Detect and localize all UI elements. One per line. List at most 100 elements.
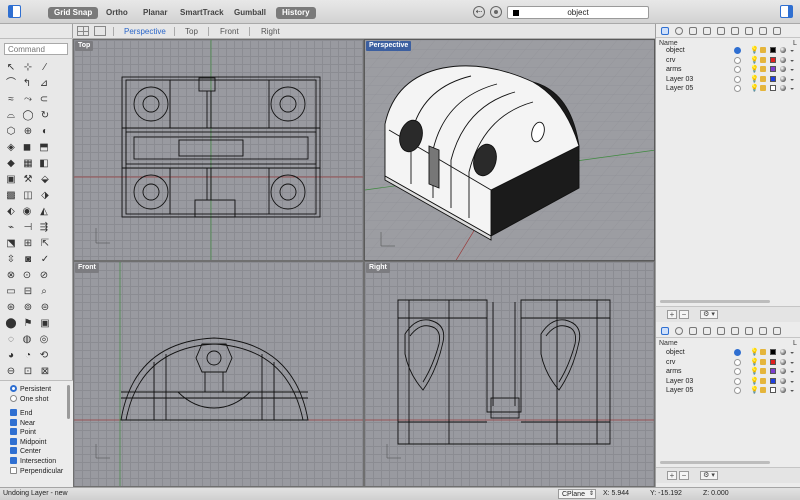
camera-tab-icon[interactable] — [731, 27, 739, 35]
tool-0-icon[interactable]: ↖ — [3, 60, 19, 76]
tool-29-icon[interactable]: ◭ — [36, 204, 52, 220]
visibility-bulb-icon[interactable]: 💡 — [750, 46, 759, 56]
tool-55-icon[interactable]: ◔ — [20, 348, 36, 364]
tool-3-icon[interactable]: ⌒ — [3, 76, 19, 92]
layer-color-swatch[interactable] — [770, 377, 776, 384]
layer-color-swatch[interactable] — [770, 47, 776, 53]
layers-tab-icon[interactable] — [661, 27, 669, 35]
four-view-layout-icon[interactable] — [77, 26, 89, 36]
viewport-label-top[interactable]: Top — [75, 41, 94, 51]
current-layer-radio[interactable] — [734, 349, 741, 356]
osnap-center-checkbox[interactable]: Center — [10, 447, 41, 457]
add-layer-button[interactable]: + — [667, 310, 677, 319]
current-layer-radio[interactable] — [734, 85, 741, 92]
current-layer-radio[interactable] — [734, 358, 741, 366]
tool-38-icon[interactable]: ✓ — [37, 252, 53, 268]
history-record-icon[interactable] — [490, 6, 502, 18]
osnap-point-checkbox[interactable]: Point — [10, 428, 36, 438]
layer-options-gear-button-2[interactable]: ⚙ ▾ — [700, 471, 718, 480]
lock-icon[interactable] — [760, 349, 766, 355]
layer-row-2[interactable]: arms 💡 ◒ — [656, 367, 800, 377]
current-layer-dropdown[interactable]: object — [507, 6, 649, 19]
visibility-bulb-icon[interactable]: 💡 — [750, 367, 759, 377]
material-sphere-icon[interactable] — [780, 56, 786, 63]
notes-tab-icon-2[interactable] — [759, 327, 767, 335]
tool-41-icon[interactable]: ⊘ — [36, 268, 52, 284]
material-sphere-icon[interactable] — [780, 368, 786, 374]
single-view-layout-icon[interactable] — [94, 26, 106, 36]
tool-16-icon[interactable]: ◼ — [19, 140, 35, 156]
layer-row[interactable]: arms 💡 ◒ — [656, 65, 800, 75]
command-input[interactable] — [4, 43, 68, 55]
print-icon[interactable]: ◒ — [790, 367, 794, 377]
properties-tab-icon[interactable] — [675, 27, 683, 35]
tool-30-icon[interactable]: ⌁ — [3, 220, 19, 236]
tool-24-icon[interactable]: ▩ — [3, 188, 19, 204]
tool-39-icon[interactable]: ⊗ — [3, 268, 19, 284]
visibility-bulb-icon[interactable]: 💡 — [750, 358, 759, 368]
osnap-end-checkbox[interactable]: End — [10, 409, 32, 419]
mode-planar-button[interactable]: Planar — [137, 7, 173, 19]
layer-color-swatch[interactable] — [770, 349, 776, 355]
materials-tab-icon-2[interactable] — [703, 327, 711, 335]
lock-icon[interactable] — [760, 387, 766, 393]
tool-2-icon[interactable]: ∕ — [37, 60, 53, 76]
tool-19-icon[interactable]: ▦ — [20, 156, 36, 172]
tool-31-icon[interactable]: ⊣ — [20, 220, 36, 236]
tool-36-icon[interactable]: ⇳ — [3, 252, 19, 268]
material-sphere-icon[interactable] — [780, 358, 786, 365]
osnap-persistent-radio[interactable]: Persistent — [10, 385, 51, 395]
tool-49-icon[interactable]: ⚑ — [20, 316, 36, 332]
print-icon[interactable]: ◒ — [790, 84, 794, 94]
tool-17-icon[interactable]: ⬒ — [36, 140, 52, 156]
osnap-oneshot-radio[interactable]: One shot — [10, 395, 48, 405]
viewport-perspective[interactable]: Perspective — [364, 39, 655, 261]
tool-26-icon[interactable]: ⬗ — [37, 188, 53, 204]
lock-icon[interactable] — [760, 368, 766, 374]
current-layer-radio[interactable] — [734, 66, 741, 73]
tool-8-icon[interactable]: ⊂ — [36, 92, 52, 108]
materials-tab-icon[interactable] — [703, 27, 711, 35]
layers-h-scrollbar[interactable] — [660, 300, 770, 303]
layer-row-2[interactable]: Layer 03 💡 ◒ — [656, 377, 800, 387]
material-sphere-icon[interactable] — [780, 85, 786, 91]
visibility-bulb-icon[interactable]: 💡 — [750, 377, 759, 387]
tool-50-icon[interactable]: ▣ — [37, 316, 53, 332]
mode-smarttrack-button[interactable]: SmartTrack — [174, 7, 230, 19]
material-sphere-icon[interactable] — [780, 377, 786, 384]
tool-34-icon[interactable]: ⊞ — [20, 236, 36, 252]
mode-grid-snap-button[interactable]: Grid Snap — [48, 7, 99, 19]
lights-tab-icon[interactable] — [717, 27, 725, 35]
tool-32-icon[interactable]: ⇶ — [36, 220, 52, 236]
current-layer-radio[interactable] — [734, 56, 741, 64]
tool-45-icon[interactable]: ⊛ — [3, 300, 19, 316]
tool-7-icon[interactable]: ⤳ — [20, 92, 36, 108]
display-tab-icon-2[interactable] — [689, 327, 697, 335]
tool-18-icon[interactable]: ◆ — [3, 156, 19, 172]
tab-top[interactable]: Top — [185, 25, 198, 38]
viewport-right[interactable]: Right — [364, 261, 655, 487]
history-back-icon[interactable]: ⇠ — [473, 6, 485, 18]
grid-tab-icon[interactable] — [745, 27, 753, 35]
properties-tab-icon-2[interactable] — [675, 327, 683, 335]
material-sphere-icon[interactable] — [780, 75, 786, 82]
tool-20-icon[interactable]: ◧ — [36, 156, 52, 172]
layer-color-swatch[interactable] — [770, 75, 776, 82]
mode-ortho-button[interactable]: Ortho — [100, 7, 134, 19]
grid-tab-icon-2[interactable] — [745, 327, 753, 335]
tool-14-icon[interactable]: ◐ — [37, 124, 53, 140]
lock-icon[interactable] — [760, 66, 766, 72]
lock-icon[interactable] — [760, 47, 766, 53]
layer-row-2[interactable]: Layer 05 💡 ◒ — [656, 386, 800, 396]
current-layer-radio[interactable] — [734, 377, 741, 385]
viewport-label-perspective[interactable]: Perspective — [366, 41, 412, 51]
mode-gumball-button[interactable]: Gumball — [228, 7, 272, 19]
tool-48-icon[interactable]: ⬤ — [3, 316, 19, 332]
cplane-dropdown[interactable]: CPlane — [558, 489, 596, 499]
layers-h-scrollbar-2[interactable] — [660, 461, 770, 464]
material-sphere-icon[interactable] — [780, 47, 786, 53]
layer-row-2[interactable]: crv 💡 ◒ — [656, 358, 800, 368]
material-sphere-icon[interactable] — [780, 387, 786, 393]
visibility-bulb-icon[interactable]: 💡 — [750, 56, 759, 66]
remove-layer-button-2[interactable]: − — [679, 471, 689, 480]
